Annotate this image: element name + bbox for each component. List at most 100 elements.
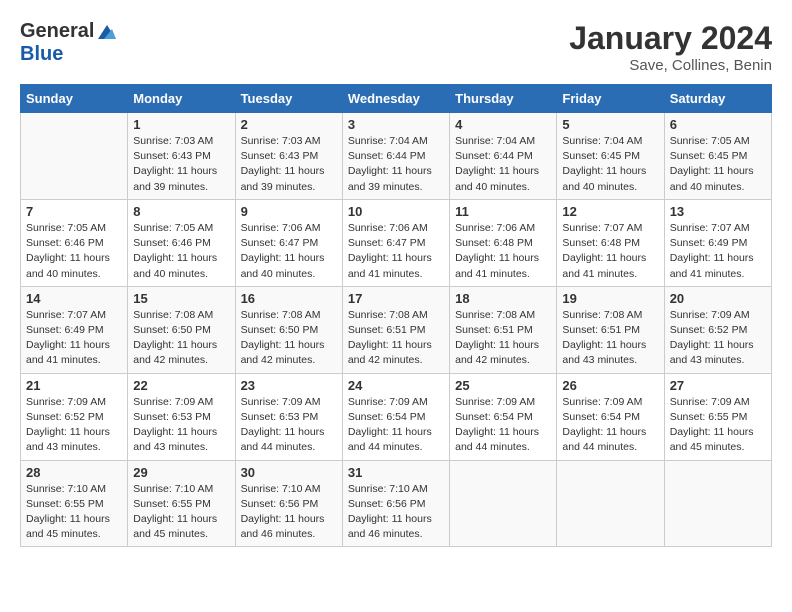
day-number: 26 xyxy=(562,378,658,393)
day-cell: 17 Sunrise: 7:08 AMSunset: 6:51 PMDayligh… xyxy=(342,286,449,373)
day-info: Sunrise: 7:09 AMSunset: 6:55 PMDaylight:… xyxy=(670,395,766,456)
day-number: 8 xyxy=(133,204,229,219)
day-cell: 7Sunrise: 7:05 AMSunset: 6:46 PMDaylight… xyxy=(21,199,128,286)
week-row-2: 7Sunrise: 7:05 AMSunset: 6:46 PMDaylight… xyxy=(21,199,772,286)
day-number: 17 xyxy=(348,291,444,306)
week-row-1: 1 Sunrise: 7:03 AMSunset: 6:43 PMDaylight… xyxy=(21,113,772,200)
calendar-header: SundayMondayTuesdayWednesdayThursdayFrid… xyxy=(21,85,772,113)
day-info: Sunrise: 7:09 AMSunset: 6:52 PMDaylight:… xyxy=(670,308,766,369)
logo-icon xyxy=(96,21,118,43)
week-row-4: 21Sunrise: 7:09 AMSunset: 6:52 PMDayligh… xyxy=(21,373,772,460)
day-cell: 22 Sunrise: 7:09 AMSunset: 6:53 PMDayligh… xyxy=(128,373,235,460)
day-cell: 6 Sunrise: 7:05 AMSunset: 6:45 PMDaylight… xyxy=(664,113,771,200)
day-cell: 14 Sunrise: 7:07 AMSunset: 6:49 PMDayligh… xyxy=(21,286,128,373)
day-cell: 4 Sunrise: 7:04 AMSunset: 6:44 PMDaylight… xyxy=(450,113,557,200)
day-info: Sunrise: 7:03 AMSunset: 6:43 PMDaylight:… xyxy=(241,134,337,195)
day-cell: 16Sunrise: 7:08 AMSunset: 6:50 PMDayligh… xyxy=(235,286,342,373)
calendar-table: SundayMondayTuesdayWednesdayThursdayFrid… xyxy=(20,84,772,547)
day-number: 29 xyxy=(133,465,229,480)
day-cell: 8 Sunrise: 7:05 AMSunset: 6:46 PMDaylight… xyxy=(128,199,235,286)
header-cell-thursday: Thursday xyxy=(450,85,557,113)
header-cell-friday: Friday xyxy=(557,85,664,113)
day-cell xyxy=(557,460,664,547)
day-info: Sunrise: 7:04 AMSunset: 6:44 PMDaylight:… xyxy=(348,134,444,195)
day-cell: 23Sunrise: 7:09 AMSunset: 6:53 PMDayligh… xyxy=(235,373,342,460)
header-cell-sunday: Sunday xyxy=(21,85,128,113)
day-info: Sunrise: 7:07 AMSunset: 6:49 PMDaylight:… xyxy=(26,308,122,369)
day-info: Sunrise: 7:10 AMSunset: 6:56 PMDaylight:… xyxy=(348,482,444,543)
day-info: Sunrise: 7:03 AMSunset: 6:43 PMDaylight:… xyxy=(133,134,229,195)
day-number: 9 xyxy=(241,204,337,219)
day-number: 23 xyxy=(241,378,337,393)
day-cell: 18 Sunrise: 7:08 AMSunset: 6:51 PMDayligh… xyxy=(450,286,557,373)
day-info: Sunrise: 7:04 AMSunset: 6:44 PMDaylight:… xyxy=(455,134,551,195)
day-info: Sunrise: 7:08 AMSunset: 6:50 PMDaylight:… xyxy=(241,308,337,369)
day-number: 5 xyxy=(562,117,658,132)
day-cell: 10Sunrise: 7:06 AMSunset: 6:47 PMDayligh… xyxy=(342,199,449,286)
title-block: January 2024 Save, Collines, Benin xyxy=(569,20,772,74)
logo-text: General xyxy=(20,20,118,43)
day-number: 19 xyxy=(562,291,658,306)
day-number: 28 xyxy=(26,465,122,480)
day-cell: 15Sunrise: 7:08 AMSunset: 6:50 PMDayligh… xyxy=(128,286,235,373)
day-cell: 12Sunrise: 7:07 AMSunset: 6:48 PMDayligh… xyxy=(557,199,664,286)
day-number: 24 xyxy=(348,378,444,393)
day-cell: 13 Sunrise: 7:07 AMSunset: 6:49 PMDayligh… xyxy=(664,199,771,286)
calendar-title: January 2024 xyxy=(569,20,772,57)
day-info: Sunrise: 7:10 AMSunset: 6:56 PMDaylight:… xyxy=(241,482,337,543)
day-info: Sunrise: 7:09 AMSunset: 6:54 PMDaylight:… xyxy=(348,395,444,456)
week-row-3: 14 Sunrise: 7:07 AMSunset: 6:49 PMDayligh… xyxy=(21,286,772,373)
day-cell: 31 Sunrise: 7:10 AMSunset: 6:56 PMDayligh… xyxy=(342,460,449,547)
logo-blue: Blue xyxy=(20,43,118,65)
day-number: 22 xyxy=(133,378,229,393)
day-cell: 25Sunrise: 7:09 AMSunset: 6:54 PMDayligh… xyxy=(450,373,557,460)
day-number: 14 xyxy=(26,291,122,306)
day-cell: 24 Sunrise: 7:09 AMSunset: 6:54 PMDayligh… xyxy=(342,373,449,460)
header-cell-wednesday: Wednesday xyxy=(342,85,449,113)
day-number: 6 xyxy=(670,117,766,132)
day-cell: 21Sunrise: 7:09 AMSunset: 6:52 PMDayligh… xyxy=(21,373,128,460)
day-cell xyxy=(450,460,557,547)
day-info: Sunrise: 7:05 AMSunset: 6:46 PMDaylight:… xyxy=(26,221,122,282)
day-info: Sunrise: 7:07 AMSunset: 6:49 PMDaylight:… xyxy=(670,221,766,282)
day-info: Sunrise: 7:09 AMSunset: 6:54 PMDaylight:… xyxy=(562,395,658,456)
day-cell: 27 Sunrise: 7:09 AMSunset: 6:55 PMDayligh… xyxy=(664,373,771,460)
day-info: Sunrise: 7:06 AMSunset: 6:48 PMDaylight:… xyxy=(455,221,551,282)
day-info: Sunrise: 7:09 AMSunset: 6:54 PMDaylight:… xyxy=(455,395,551,456)
day-number: 20 xyxy=(670,291,766,306)
week-row-5: 28 Sunrise: 7:10 AMSunset: 6:55 PMDayligh… xyxy=(21,460,772,547)
day-cell xyxy=(664,460,771,547)
day-cell: 5 Sunrise: 7:04 AMSunset: 6:45 PMDaylight… xyxy=(557,113,664,200)
day-info: Sunrise: 7:10 AMSunset: 6:55 PMDaylight:… xyxy=(133,482,229,543)
day-info: Sunrise: 7:09 AMSunset: 6:52 PMDaylight:… xyxy=(26,395,122,456)
day-info: Sunrise: 7:04 AMSunset: 6:45 PMDaylight:… xyxy=(562,134,658,195)
day-number: 3 xyxy=(348,117,444,132)
header-cell-monday: Monday xyxy=(128,85,235,113)
page-header: General Blue January 2024 Save, Collines… xyxy=(20,20,772,74)
day-number: 13 xyxy=(670,204,766,219)
day-cell: 11 Sunrise: 7:06 AMSunset: 6:48 PMDayligh… xyxy=(450,199,557,286)
day-info: Sunrise: 7:09 AMSunset: 6:53 PMDaylight:… xyxy=(133,395,229,456)
day-number: 27 xyxy=(670,378,766,393)
day-cell: 29 Sunrise: 7:10 AMSunset: 6:55 PMDayligh… xyxy=(128,460,235,547)
day-number: 11 xyxy=(455,204,551,219)
header-cell-saturday: Saturday xyxy=(664,85,771,113)
day-cell: 1 Sunrise: 7:03 AMSunset: 6:43 PMDaylight… xyxy=(128,113,235,200)
day-number: 4 xyxy=(455,117,551,132)
day-number: 12 xyxy=(562,204,658,219)
day-cell: 28 Sunrise: 7:10 AMSunset: 6:55 PMDayligh… xyxy=(21,460,128,547)
day-number: 31 xyxy=(348,465,444,480)
day-number: 30 xyxy=(241,465,337,480)
day-info: Sunrise: 7:10 AMSunset: 6:55 PMDaylight:… xyxy=(26,482,122,543)
day-cell: 3 Sunrise: 7:04 AMSunset: 6:44 PMDaylight… xyxy=(342,113,449,200)
day-info: Sunrise: 7:08 AMSunset: 6:51 PMDaylight:… xyxy=(348,308,444,369)
day-number: 15 xyxy=(133,291,229,306)
calendar-subtitle: Save, Collines, Benin xyxy=(569,57,772,74)
day-info: Sunrise: 7:08 AMSunset: 6:51 PMDaylight:… xyxy=(455,308,551,369)
day-number: 1 xyxy=(133,117,229,132)
day-cell: 26 Sunrise: 7:09 AMSunset: 6:54 PMDayligh… xyxy=(557,373,664,460)
day-info: Sunrise: 7:05 AMSunset: 6:45 PMDaylight:… xyxy=(670,134,766,195)
day-info: Sunrise: 7:05 AMSunset: 6:46 PMDaylight:… xyxy=(133,221,229,282)
calendar-body: 1 Sunrise: 7:03 AMSunset: 6:43 PMDaylight… xyxy=(21,113,772,547)
day-number: 18 xyxy=(455,291,551,306)
